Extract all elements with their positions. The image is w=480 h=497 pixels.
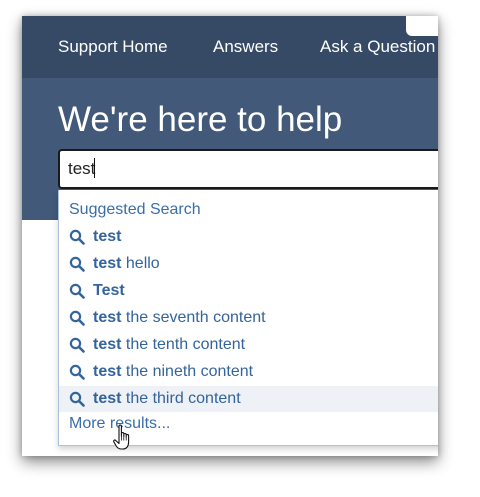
nav-support-home[interactable]: Support Home: [58, 37, 168, 57]
suggestion-rest: hello: [121, 255, 160, 272]
nav-ask-a-question[interactable]: Ask a Question: [320, 37, 435, 57]
suggestion-item[interactable]: test the third content: [59, 386, 438, 412]
suggestion-item[interactable]: test the seventh content: [59, 305, 438, 331]
suggestion-match: test: [93, 336, 122, 353]
search-icon: [69, 337, 85, 353]
suggestion-text: test the seventh content: [93, 308, 266, 328]
suggestion-rest: the tenth content: [121, 336, 246, 353]
search-icon: [69, 391, 85, 407]
suggestion-text: test: [93, 227, 121, 247]
search-icon: [69, 364, 85, 380]
window-corner: [406, 16, 438, 36]
search-input[interactable]: [58, 149, 438, 189]
suggestion-match: test: [93, 390, 122, 407]
search-icon: [69, 283, 85, 299]
suggestion-item[interactable]: test the tenth content: [59, 332, 438, 358]
text-caret: [94, 158, 95, 178]
suggestion-item[interactable]: test the nineth content: [59, 359, 438, 385]
suggestion-item[interactable]: test: [59, 224, 438, 250]
suggestion-match: test: [93, 363, 122, 380]
search-icon: [69, 310, 85, 326]
suggestion-rest: the seventh content: [121, 309, 266, 326]
top-navigation: Support Home Answers Ask a Question: [22, 16, 438, 78]
suggestion-rest: the nineth content: [121, 363, 254, 380]
suggestion-text: Test: [93, 281, 125, 301]
suggestion-match: test: [93, 309, 122, 326]
suggestion-match: test: [93, 255, 122, 272]
suggestion-text: test the tenth content: [93, 335, 245, 355]
suggestions-dropdown: Suggested Search test test hello Test test …: [58, 190, 438, 446]
suggestion-item[interactable]: test hello: [59, 251, 438, 277]
suggestion-rest: the third content: [121, 390, 241, 407]
suggestion-item[interactable]: Test: [59, 278, 438, 304]
suggestion-text: test the nineth content: [93, 362, 253, 382]
hand-pointer-icon: [113, 424, 130, 450]
suggestion-match: Test: [93, 282, 125, 299]
search-icon: [69, 256, 85, 272]
suggestion-match: test: [93, 228, 122, 245]
hero-title: We're here to help: [58, 100, 343, 139]
search-icon: [69, 229, 85, 245]
suggested-search-header: Suggested Search: [69, 201, 201, 218]
nav-answers[interactable]: Answers: [213, 37, 278, 57]
suggestion-text: test hello: [93, 254, 160, 274]
suggestion-text: test the third content: [93, 389, 241, 409]
browser-viewport: Support Home Answers Ask a Question We'r…: [22, 16, 438, 456]
